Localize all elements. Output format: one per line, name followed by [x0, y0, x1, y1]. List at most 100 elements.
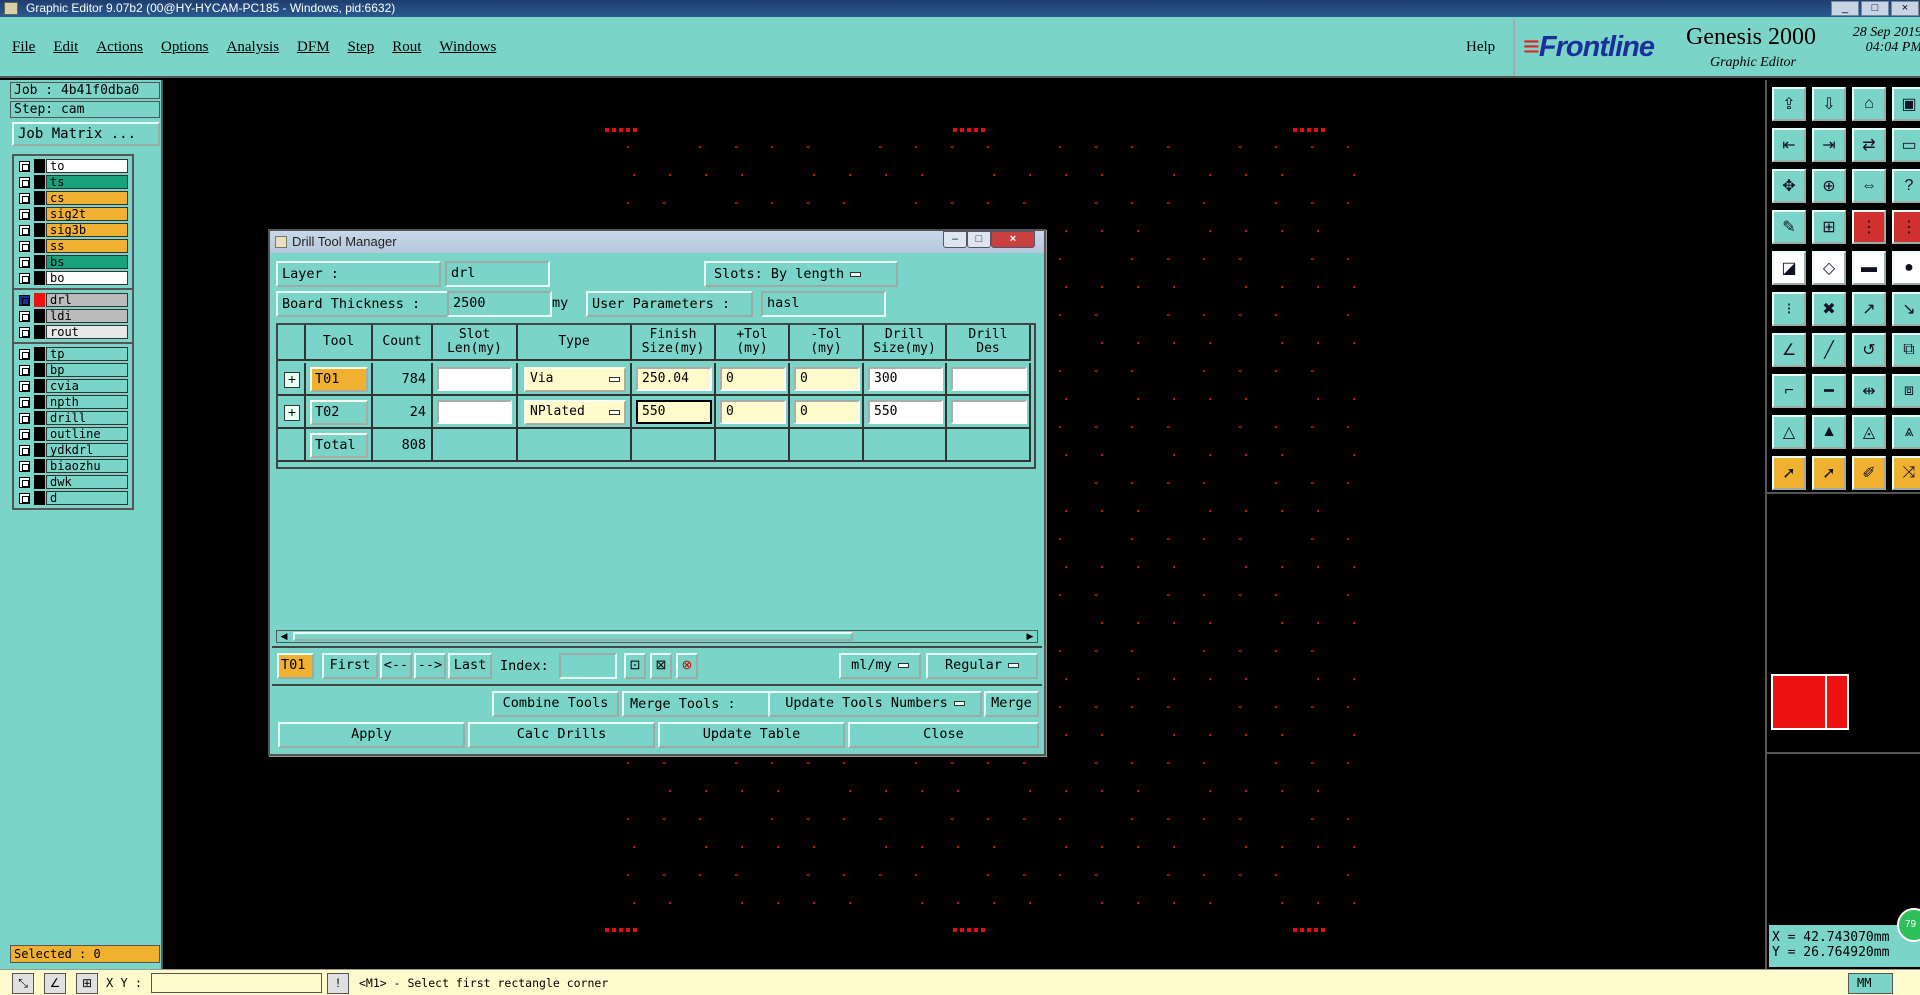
mode-dropdown[interactable]: Regular [926, 653, 1038, 679]
grid-icon[interactable]: ⊞ [1812, 210, 1846, 244]
import-icon[interactable]: ⇤ [1772, 128, 1806, 162]
combine-tools-button[interactable]: Combine Tools [492, 691, 619, 717]
merge-button[interactable]: Merge [984, 691, 1039, 717]
expand-icon[interactable]: + [284, 405, 300, 421]
type-dropdown[interactable]: Via [524, 367, 626, 392]
save-icon[interactable]: ⇪ [1772, 87, 1806, 121]
grid-icon[interactable]: ⊞ [76, 973, 98, 994]
layer-checkbox[interactable] [19, 364, 30, 376]
route-icon[interactable]: ⤨ [1892, 456, 1920, 490]
layer-name[interactable]: drl [46, 293, 128, 307]
menu-windows[interactable]: Windows [439, 39, 496, 56]
layer-name[interactable]: rout [46, 325, 128, 339]
layer-name[interactable]: ts [46, 175, 128, 189]
line-icon[interactable]: ↗ [1852, 292, 1886, 326]
layer-name[interactable]: ydkdrl [46, 443, 128, 457]
job-matrix-button[interactable]: Job Matrix ... [12, 122, 160, 146]
transform-icon[interactable]: ◪ [1772, 251, 1806, 285]
scroll-left-icon[interactable]: ◀ [278, 631, 290, 642]
ruler-icon[interactable]: ▬ [1852, 251, 1886, 285]
layer-name[interactable]: cvia [46, 379, 128, 393]
layer-row[interactable]: to [14, 158, 132, 174]
next-button[interactable]: --> [414, 653, 446, 679]
layer-checkbox[interactable] [19, 208, 30, 220]
menu-actions[interactable]: Actions [96, 39, 143, 56]
layer-name[interactable]: npth [46, 395, 128, 409]
layer-checkbox[interactable] [19, 310, 30, 322]
dialog-close-icon[interactable]: × [991, 231, 1035, 248]
layer-checkbox[interactable] [19, 192, 30, 204]
angle-icon[interactable]: ∠ [1772, 333, 1806, 367]
finish-size-input[interactable]: 250.04 [636, 367, 712, 391]
arc-icon[interactable]: ↺ [1852, 333, 1886, 367]
layer-name[interactable]: sig2t [46, 207, 128, 221]
layer-row[interactable]: sig3b [14, 222, 132, 238]
layer-row[interactable]: ts [14, 174, 132, 190]
window2-icon[interactable]: ▭ [1892, 128, 1920, 162]
index-input[interactable] [559, 653, 617, 679]
edit-icon[interactable]: ✐ [1852, 456, 1886, 490]
line2-icon[interactable]: ↘ [1892, 292, 1920, 326]
snap2-icon[interactable]: ⋮ [1892, 210, 1920, 244]
layer-checkbox[interactable] [19, 412, 30, 424]
swap-icon[interactable]: ⇄ [1852, 128, 1886, 162]
home-icon[interactable]: ⌂ [1852, 87, 1886, 121]
slot-len-input[interactable] [437, 400, 512, 424]
layer-name[interactable]: dwk [46, 475, 128, 489]
zoom-box-icon[interactable]: ⤡ [12, 973, 34, 994]
tri2-icon[interactable]: ▲ [1812, 415, 1846, 449]
layer-name[interactable]: biaozhu [46, 459, 128, 473]
pointer-icon[interactable]: ➚ [1772, 456, 1806, 490]
layer-name[interactable]: sig3b [46, 223, 128, 237]
layer-row[interactable]: cvia [14, 378, 132, 394]
slash-icon[interactable]: ╱ [1812, 333, 1846, 367]
layer-row[interactable]: cs [14, 190, 132, 206]
menu-file[interactable]: File [12, 39, 35, 56]
close-button[interactable]: Close [848, 722, 1039, 748]
layer-input[interactable]: drl [445, 261, 550, 287]
merge-mode-dropdown[interactable]: Update Tools Numbers [768, 691, 982, 717]
layer-row[interactable]: sig2t [14, 206, 132, 222]
layer-checkbox[interactable] [19, 428, 30, 440]
maximize-button[interactable]: □ [1861, 1, 1889, 16]
drill-des-input[interactable] [951, 367, 1027, 391]
layer-name[interactable]: ldi [46, 309, 128, 323]
layer-name[interactable]: bo [46, 271, 128, 285]
layer-name[interactable]: d [46, 491, 128, 505]
drill-size-input[interactable]: 550 [868, 400, 943, 424]
fit-icon[interactable]: ✥ [1772, 169, 1806, 203]
menu-options[interactable]: Options [161, 39, 209, 56]
layer-checkbox[interactable] [19, 476, 30, 488]
layer-checkbox[interactable] [19, 396, 30, 408]
layer-name[interactable]: to [46, 159, 128, 173]
layer-row[interactable]: npth [14, 394, 132, 410]
layer-checkbox[interactable] [19, 348, 30, 360]
measure-icon[interactable]: ✎ [1772, 210, 1806, 244]
layer-checkbox[interactable] [19, 294, 30, 306]
layer-name[interactable]: cs [46, 191, 128, 205]
last-button[interactable]: Last [448, 653, 492, 679]
layer-row[interactable]: tp [14, 346, 132, 362]
tool-button[interactable]: T02 [310, 400, 368, 425]
pads-icon[interactable]: ⧈ [1892, 374, 1920, 408]
layer-row[interactable]: bo [14, 270, 132, 286]
drill-des-input[interactable] [951, 400, 1027, 424]
user-parameters-input[interactable]: hasl [761, 291, 886, 317]
pad-icon[interactable]: ● [1892, 251, 1920, 285]
corner-icon[interactable]: ⌐ [1772, 374, 1806, 408]
tri-icon[interactable]: △ [1772, 415, 1806, 449]
measure-icon[interactable]: ∠ [44, 973, 66, 994]
board-thickness-input[interactable]: 2500 [447, 291, 552, 317]
filter-icon[interactable]: ⊠ [650, 653, 672, 679]
finish-size-input[interactable]: 550 [636, 400, 712, 424]
layer-row[interactable]: ydkdrl [14, 442, 132, 458]
minus-tol-input[interactable]: 0 [794, 367, 860, 391]
units-selector[interactable]: MM [1848, 973, 1893, 994]
layer-name[interactable]: bs [46, 255, 128, 269]
select-icon[interactable]: ➚ [1812, 456, 1846, 490]
ratio-icon[interactable]: ⇔ [1852, 169, 1886, 203]
tri3-icon[interactable]: ◬ [1852, 415, 1886, 449]
layer-name[interactable]: bp [46, 363, 128, 377]
minus-tol-input[interactable]: 0 [794, 400, 860, 424]
prev-button[interactable]: <-- [380, 653, 412, 679]
